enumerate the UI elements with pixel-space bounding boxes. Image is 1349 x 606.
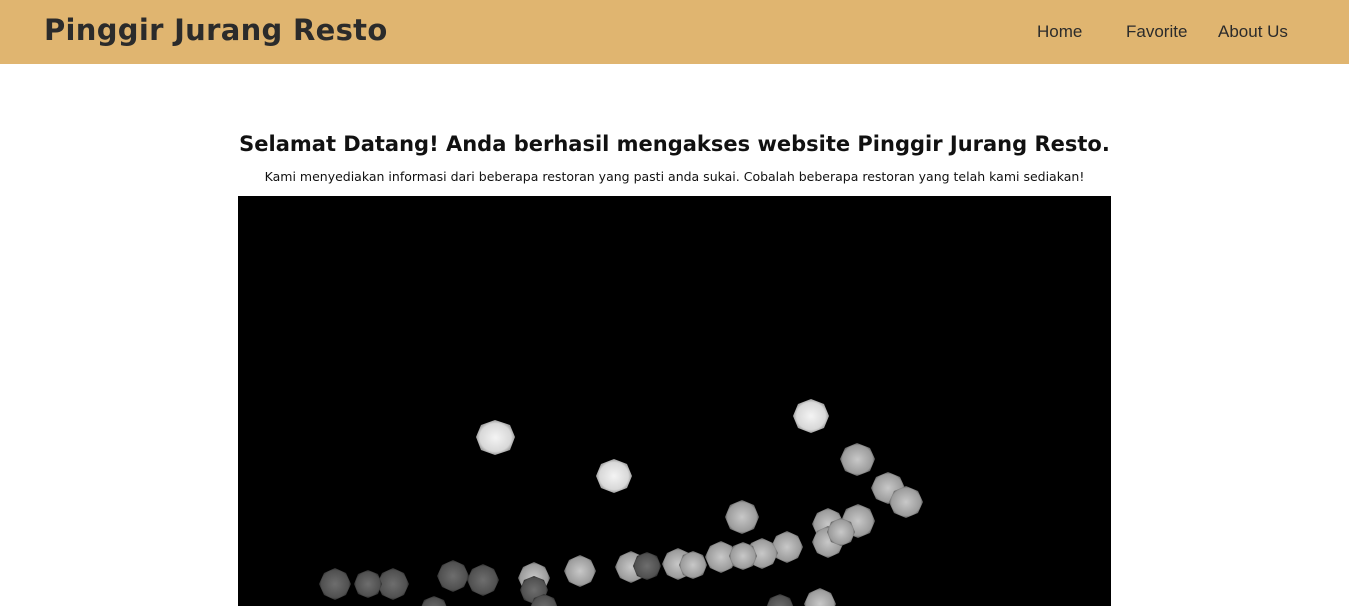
hero-image xyxy=(238,196,1111,606)
nav-link-about-us[interactable]: About Us xyxy=(1218,22,1288,42)
hero-subtitle: Kami menyediakan informasi dari beberapa… xyxy=(264,169,1085,184)
bokeh-lights-image xyxy=(238,196,1111,606)
brand-logo[interactable]: Pinggir Jurang Resto xyxy=(44,13,388,47)
hero-title: Selamat Datang! Anda berhasil mengakses … xyxy=(239,132,1110,156)
nav-link-home[interactable]: Home xyxy=(1037,22,1082,42)
navbar: Pinggir Jurang Resto Home Favorite About… xyxy=(0,0,1349,64)
nav-link-favorite[interactable]: Favorite xyxy=(1126,22,1187,42)
